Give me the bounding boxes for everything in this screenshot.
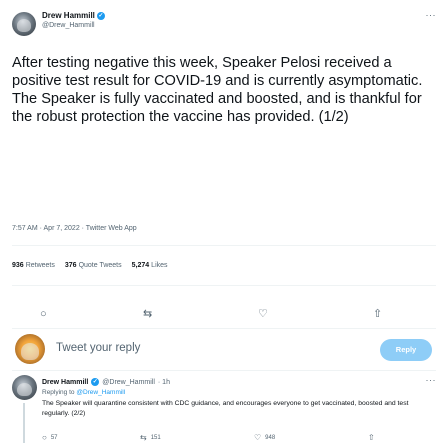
likes-count: 5,274 [131,262,150,269]
retweets-label: Retweets [25,262,55,269]
share-action[interactable]: ⇧ [368,433,375,442]
reply-input[interactable]: Tweet your reply [56,342,140,354]
reply-action-bar: ○ 57 ⇆ 151 ♡ 948 ⇧ [42,433,436,443]
divider [12,370,436,371]
reply-icon: ○ [42,433,47,442]
reply-author-row: Drew Hammill ✓ @Drew_Hammill · 1h [42,378,170,386]
thread-connector [23,403,25,443]
more-options-icon[interactable]: ··· [426,375,437,385]
tweet-text: After testing negative this week, Speake… [12,55,423,125]
likes-stat[interactable]: 5,274 Likes [132,262,168,269]
tweet-stats: 936 Retweets 376 Quote Tweets 5,274 Likes [12,262,168,269]
author-handle[interactable]: @Drew_Hammill [42,22,95,29]
share-icon[interactable]: ⇧ [373,307,382,321]
like-icon[interactable]: ♡ [258,307,268,321]
share-icon: ⇧ [368,433,375,442]
reply-icon[interactable]: ○ [40,307,47,321]
retweets-count: 936 [12,262,24,269]
current-user-avatar[interactable] [15,334,45,364]
quote-tweets-count: 376 [64,262,77,269]
author-name[interactable]: Drew Hammill [42,11,95,20]
divider [12,285,436,286]
like-action[interactable]: ♡ 948 [254,433,275,442]
retweets-stat[interactable]: 936 Retweets [12,262,55,269]
reply-author-avatar[interactable] [12,375,37,400]
more-options-icon[interactable]: ··· [426,10,437,20]
verified-badge-icon: ✓ [91,378,100,386]
replying-to-line: Replying to @Drew_Hammill [42,389,125,396]
reply-time[interactable]: · 1h [158,379,170,386]
reply-author-name[interactable]: Drew Hammill [42,379,88,386]
retweet-count: 151 [150,434,161,441]
author-name-row[interactable]: Drew Hammill ✓ [42,11,105,20]
replying-to-mention[interactable]: @Drew_Hammill [76,389,125,396]
reply-count: 57 [50,434,58,441]
reply-author-handle[interactable]: @Drew_Hammill [102,379,155,386]
author-avatar[interactable] [12,12,36,36]
reply-button[interactable]: Reply [380,339,432,361]
divider [12,328,436,329]
retweet-icon[interactable]: ⇆ [143,307,152,321]
quote-tweets-stat[interactable]: 376 Quote Tweets [65,262,122,269]
tweet-timestamp[interactable]: 7:57 AM · Apr 7, 2022 · Twitter Web App [12,225,137,232]
reply-tweet-text: The Speaker will quarantine consistent w… [42,400,409,417]
like-icon: ♡ [254,433,262,442]
replying-to-label: Replying to [42,389,75,396]
tweet-action-bar: ○ ⇆ ♡ ⇧ [0,307,448,321]
divider [12,245,436,246]
verified-badge-icon: ✓ [96,11,105,20]
quote-tweets-label: Quote Tweets [78,262,122,269]
reply-action[interactable]: ○ 57 [42,433,58,442]
retweet-icon: ⇆ [140,433,147,442]
likes-label: Likes [151,262,168,269]
like-count: 948 [265,434,276,441]
retweet-action[interactable]: ⇆ 151 [140,433,161,442]
